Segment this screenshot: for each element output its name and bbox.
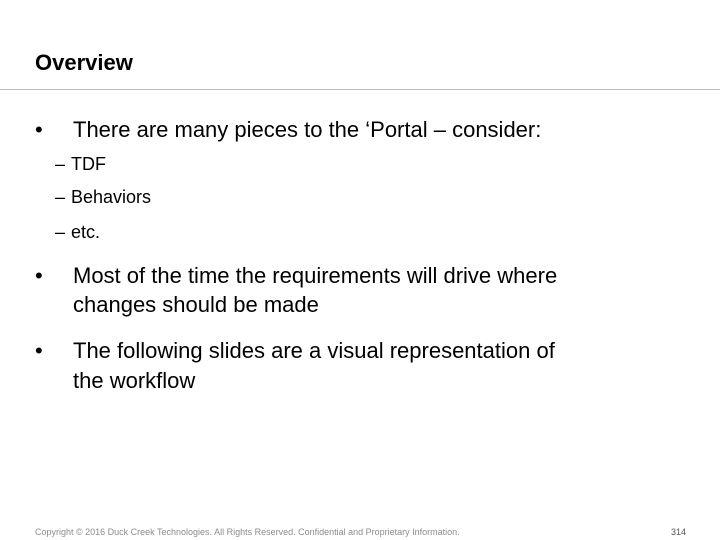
sub-bullet-marker: – bbox=[55, 154, 66, 174]
sub-bullet-text: etc. bbox=[71, 222, 101, 242]
sub-bullet-item: – Behaviors bbox=[55, 186, 151, 208]
bullet-text: Most of the time the requirements will d… bbox=[73, 263, 558, 288]
sub-bullet-text: Behaviors bbox=[71, 187, 152, 207]
bullet-marker: • bbox=[35, 338, 43, 363]
sub-bullet-marker: – bbox=[55, 187, 66, 207]
sub-bullet-item: – etc. bbox=[55, 221, 100, 243]
sub-bullet-text: TDF bbox=[71, 154, 106, 174]
bullet-marker: • bbox=[35, 263, 43, 288]
bullet-text: There are many pieces to the ‘Portal – c… bbox=[73, 117, 542, 142]
bullet-text: The following slides are a visual repres… bbox=[73, 338, 555, 363]
page-number: 314 bbox=[671, 527, 687, 537]
slide-title: Overview bbox=[35, 50, 133, 75]
footer-copyright: Copyright © 2016 Duck Creek Technologies… bbox=[35, 527, 460, 537]
bullet-text: the workflow bbox=[73, 368, 196, 393]
title-divider bbox=[0, 89, 720, 90]
sub-bullet-item: – TDF bbox=[55, 153, 106, 175]
sub-bullet-marker: – bbox=[55, 222, 66, 242]
bullet-marker: • bbox=[35, 117, 43, 142]
bullet-text: changes should be made bbox=[73, 292, 319, 317]
